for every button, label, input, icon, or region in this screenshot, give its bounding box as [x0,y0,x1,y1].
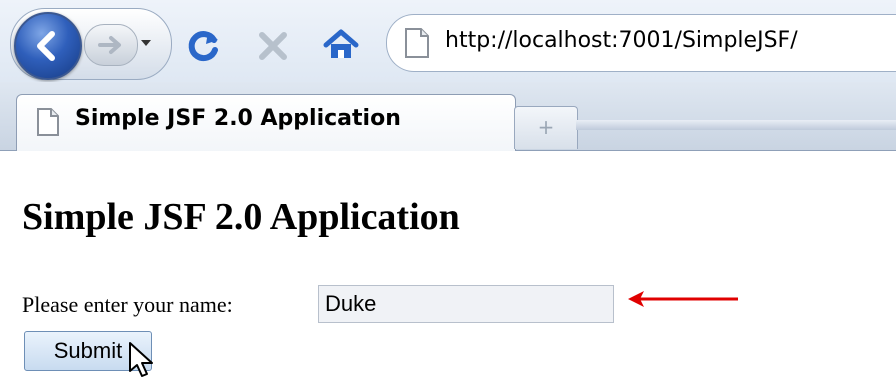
tab-strip: Simple JSF 2.0 Application + [0,82,896,153]
page-title: Simple JSF 2.0 Application [22,196,460,238]
forward-arrow-icon [98,36,121,54]
name-label: Please enter your name: [22,292,233,317]
page-icon [37,108,59,136]
tab-active[interactable]: Simple JSF 2.0 Application [16,94,516,153]
address-bar[interactable]: http://localhost:7001/SimpleJSF/ [386,14,896,72]
name-input[interactable] [318,285,614,323]
plus-icon: + [537,115,555,139]
back-button[interactable] [14,12,82,80]
url-text[interactable]: http://localhost:7001/SimpleJSF/ [445,28,798,53]
chevron-down-icon[interactable] [140,37,152,49]
new-tab-button[interactable]: + [514,106,578,149]
tab-strip-line [576,120,896,130]
stop-icon[interactable] [257,30,289,62]
tab-title: Simple JSF 2.0 Application [75,106,401,131]
home-icon[interactable] [322,26,360,64]
back-arrow-icon [37,31,55,61]
red-arrow-annotation [628,291,738,307]
forward-button[interactable] [84,24,138,66]
mouse-cursor-icon [129,342,153,377]
page-content: Simple JSF 2.0 Application Please enter … [0,151,896,377]
page-icon [405,28,429,58]
browser-toolbar: http://localhost:7001/SimpleJSF/ [0,0,896,82]
reload-icon[interactable] [186,28,222,64]
